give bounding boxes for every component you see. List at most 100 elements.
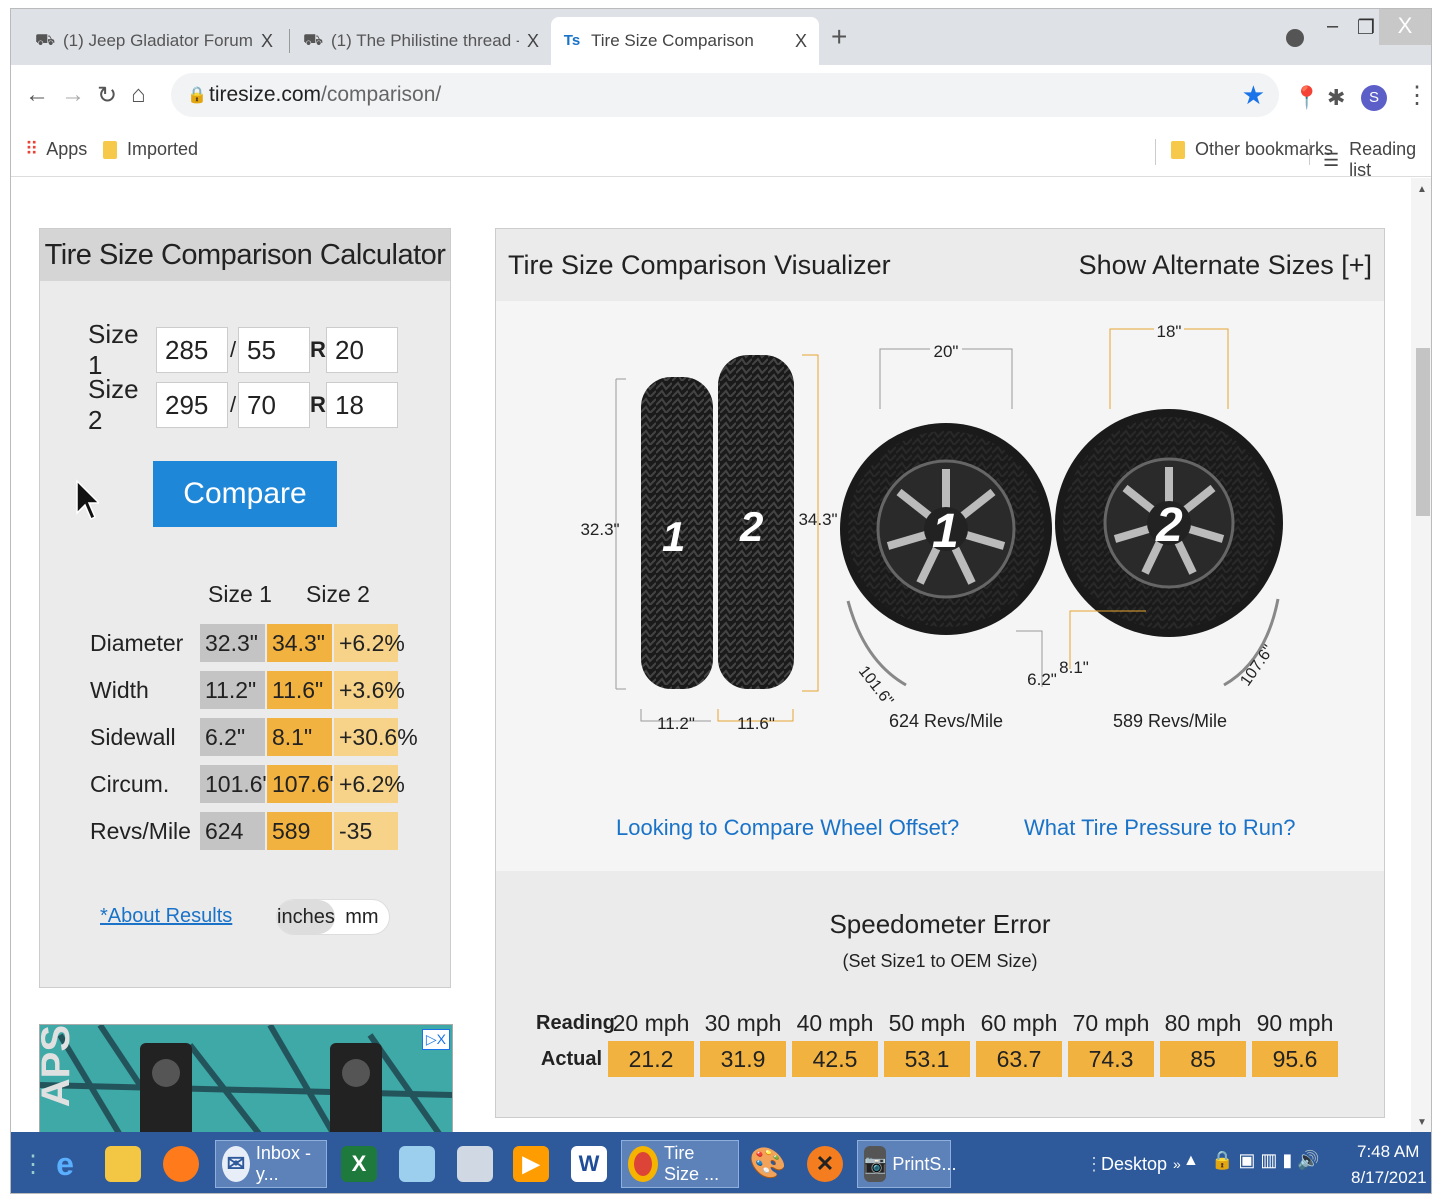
page-scrollbar[interactable]: ▲ ▼ (1411, 178, 1431, 1132)
difference-value: +6.2% (334, 765, 405, 803)
row-label: Width (90, 676, 149, 703)
paint-palette-icon: 🎨 (749, 1147, 787, 1180)
difference-value: +3.6% (334, 671, 405, 709)
size2-row: Size 2 295 / 70 R 18 (88, 374, 398, 436)
bookmark-imported[interactable]: Imported (103, 139, 198, 160)
taskbar-ie[interactable]: e (47, 1140, 89, 1188)
unit-inches[interactable]: inches (277, 900, 335, 934)
reload-icon[interactable]: ↻ (97, 81, 117, 110)
speed-reading: 70 mph (1072, 1010, 1150, 1036)
word-icon: W (571, 1146, 607, 1182)
taskbar-app-x[interactable]: ✕ (807, 1140, 849, 1188)
scrollbar-thumb[interactable] (1416, 348, 1430, 516)
size2-value: 107.6" (267, 765, 338, 803)
profile-menu-icon[interactable] (1286, 29, 1304, 47)
taskbar-excel[interactable]: X (341, 1140, 383, 1188)
show-alternate-sizes-link[interactable]: Show Alternate Sizes [+] (1079, 250, 1372, 281)
bookmark-apps[interactable]: ⠿ Apps (25, 139, 87, 160)
tab-philistine-thread[interactable]: ⛟ (1) The Philistine thread - non-lif X (291, 17, 551, 65)
size2-rim-input[interactable]: 18 (326, 382, 398, 428)
folder-icon (1171, 140, 1185, 159)
minimize-button[interactable]: – (1327, 15, 1338, 38)
size1-rim-input[interactable]: 20 (326, 327, 398, 373)
avatar[interactable]: S (1361, 85, 1387, 111)
taskbar-word[interactable]: W (571, 1140, 613, 1188)
size1-row: Size 1 285 / 55 R 20 (88, 319, 398, 381)
tire2-circumference: 107.6" (1237, 642, 1277, 689)
tire-pressure-link[interactable]: What Tire Pressure to Run? (1024, 815, 1295, 841)
address-url[interactable]: tiresize.com/comparison/ (209, 83, 441, 107)
excel-icon: X (341, 1146, 377, 1182)
speed-actual: 63.7 (976, 1041, 1062, 1077)
speed-reading: 30 mph (704, 1010, 782, 1036)
comparison-visualizer: Tire Size Comparison Visualizer Show Alt… (495, 228, 1385, 1118)
bookmark-label: Imported (127, 139, 199, 159)
tab-title: (1) Jeep Gladiator Forum - JeepG (63, 31, 253, 50)
media-player-icon: ▶ (513, 1146, 549, 1182)
tab-tire-size-comparison[interactable]: Ts Tire Size Comparison X (551, 17, 819, 65)
close-tab-icon[interactable]: X (795, 31, 807, 52)
difference-value: +30.6% (334, 718, 418, 756)
scroll-up-icon[interactable]: ▲ (1417, 184, 1427, 195)
extension-pin-icon[interactable]: 📍 (1293, 85, 1320, 111)
extensions-puzzle-icon[interactable]: ✱ (1327, 85, 1345, 111)
close-tab-icon[interactable]: X (261, 31, 273, 52)
result-row: Diameter 32.3" 34.3" +6.2% (90, 624, 405, 662)
about-results-link[interactable]: *About Results (100, 905, 232, 928)
reading-label: Reading (536, 1011, 615, 1034)
taskbar-paint[interactable]: 🎨 (749, 1140, 791, 1188)
size2-aspect-input[interactable]: 70 (238, 382, 310, 428)
desktop-toolbar[interactable]: Desktop» (1101, 1140, 1181, 1188)
taskbar-firefox[interactable] (163, 1140, 205, 1188)
compare-button[interactable]: Compare (153, 461, 337, 527)
new-tab-button[interactable]: + (831, 21, 847, 53)
ad-choices-close-icon[interactable]: ▷X (421, 1029, 450, 1050)
size1-aspect-input[interactable]: 55 (238, 327, 310, 373)
close-tab-icon[interactable]: X (527, 31, 539, 52)
x-app-icon: ✕ (807, 1146, 843, 1182)
reading-list[interactable]: ☰ Reading list (1323, 139, 1431, 181)
tray-network-icons[interactable]: 🔒 ▣ ▥ ▮ 🔊 (1211, 1150, 1320, 1171)
windows-taskbar: ⋮ e ✉ Inbox - y... X ▶ W Tire Size ... 🎨 … (11, 1132, 1431, 1193)
tire1-circumference: 101.6" (855, 663, 897, 709)
tab-title: Tire Size Comparison (591, 31, 754, 50)
taskbar-inbox[interactable]: ✉ Inbox - y... (215, 1140, 327, 1188)
speedometer-reading-row: Reading 20 mph 30 mph 40 mph 50 mph 60 mph 70… (536, 1005, 1344, 1041)
jeep-forum-icon: ⛟ (303, 32, 324, 49)
forward-icon[interactable]: → (61, 81, 85, 109)
tab-title: (1) The Philistine thread - non-lif (331, 31, 519, 50)
speed-reading: 20 mph (612, 1010, 690, 1036)
taskbar-notepad[interactable] (399, 1140, 441, 1188)
tab-jeep-forum[interactable]: ⛟ (1) Jeep Gladiator Forum - JeepG X (23, 17, 285, 65)
taskbar-media[interactable]: ▶ (513, 1140, 555, 1188)
taskbar-grip-icon: ⋮ (21, 1150, 45, 1178)
back-icon[interactable]: ← (25, 81, 49, 109)
size2-value: 589 (267, 812, 332, 850)
close-window-button[interactable]: X (1379, 9, 1431, 45)
speed-reading: 80 mph (1164, 1010, 1242, 1036)
speed-reading: 60 mph (980, 1010, 1058, 1036)
advertisement[interactable]: APS ▷X (39, 1024, 453, 1132)
tray-expand-icon[interactable]: ▲ (1183, 1152, 1199, 1170)
size1-value: 624 (200, 812, 265, 850)
taskbar-calculator[interactable] (457, 1140, 499, 1188)
tire2-diameter: 34.3" (798, 510, 837, 529)
size1-width-input[interactable]: 285 (156, 327, 228, 373)
clock-date[interactable]: 8/17/2021 (1351, 1168, 1427, 1188)
taskbar-chrome[interactable]: Tire Size ... (621, 1140, 739, 1188)
compare-wheel-offset-link[interactable]: Looking to Compare Wheel Offset? (616, 815, 959, 841)
bookmark-star-icon[interactable]: ★ (1242, 80, 1265, 111)
taskbar-explorer[interactable] (105, 1140, 147, 1188)
size2-width-input[interactable]: 295 (156, 382, 228, 428)
unit-toggle[interactable]: inches mm (276, 899, 390, 935)
notepad-icon (399, 1146, 435, 1182)
restore-button[interactable]: ❐ (1357, 15, 1375, 40)
tire1-front-view: 20" 1 6.2" 101.6" 624 Revs/Mile (840, 341, 1057, 731)
unit-mm[interactable]: mm (335, 900, 389, 934)
address-bar[interactable]: 🔒 tiresize.com/comparison/ ★ (171, 73, 1279, 117)
taskbar-printscreen[interactable]: 📷 PrintS... (857, 1140, 956, 1188)
home-icon[interactable]: ⌂ (131, 81, 146, 109)
browser-menu-icon[interactable]: ⋮ (1405, 81, 1429, 110)
scroll-down-icon[interactable]: ▼ (1417, 1117, 1427, 1128)
clock-time[interactable]: 7:48 AM (1357, 1142, 1419, 1162)
